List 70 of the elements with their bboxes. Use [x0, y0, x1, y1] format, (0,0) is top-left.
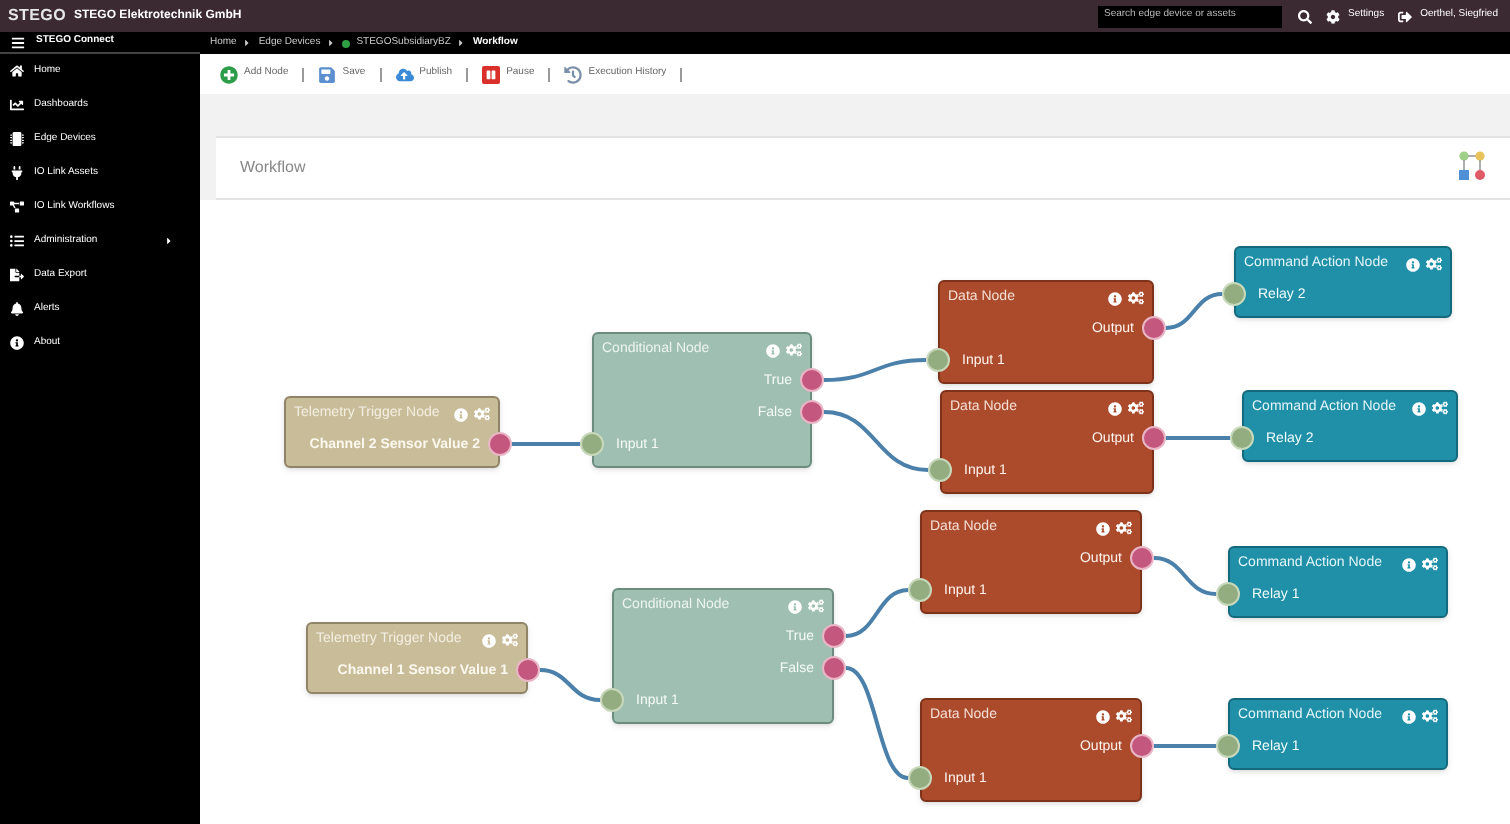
connector-line: [845, 666, 909, 780]
info-icon[interactable]: [1108, 401, 1122, 415]
input-port[interactable]: [1216, 734, 1240, 758]
menu-icon[interactable]: [10, 35, 26, 49]
connector-line: [1153, 556, 1217, 596]
output-port[interactable]: [516, 658, 540, 682]
input-port[interactable]: [600, 688, 624, 712]
workflow-diagram-icon[interactable]: [1458, 150, 1486, 186]
info-icon: [10, 336, 24, 350]
cloud-upload-icon: [395, 65, 414, 83]
output-port[interactable]: [488, 432, 512, 456]
connector-line: [845, 588, 909, 638]
gears-icon[interactable]: [1116, 708, 1132, 724]
output-port[interactable]: [800, 400, 824, 424]
info-icon[interactable]: [1402, 557, 1416, 571]
panel-title: Workflow: [240, 156, 308, 180]
gears-icon[interactable]: [1422, 556, 1438, 572]
gears-icon[interactable]: [1116, 520, 1132, 536]
home-icon: [10, 64, 24, 78]
diagram-icon: [10, 200, 24, 214]
info-icon[interactable]: [1402, 709, 1416, 723]
caret-icon: [242, 38, 253, 48]
caret-icon: [456, 38, 467, 48]
info-icon[interactable]: [1096, 521, 1110, 535]
save-icon: [318, 65, 337, 83]
connector-line: [1165, 292, 1223, 330]
connector-line: [1154, 744, 1216, 748]
chart-icon: [10, 98, 24, 112]
logout-icon[interactable]: [1398, 9, 1413, 23]
info-icon[interactable]: [1096, 709, 1110, 723]
input-port[interactable]: [928, 458, 952, 482]
search-icon[interactable]: [1298, 9, 1312, 23]
output-port[interactable]: [822, 656, 846, 680]
input-port[interactable]: [1230, 426, 1254, 450]
gears-icon[interactable]: [1422, 708, 1438, 724]
output-port[interactable]: [1142, 316, 1166, 340]
logo: STEGO: [8, 4, 67, 28]
caret-icon: [326, 38, 337, 48]
output-port[interactable]: [1130, 734, 1154, 758]
connector-line: [823, 358, 927, 382]
output-port[interactable]: [1130, 546, 1154, 570]
gears-icon[interactable]: [1426, 256, 1442, 272]
output-port[interactable]: [1142, 426, 1166, 450]
bell-icon: [10, 302, 24, 316]
output-port[interactable]: [800, 368, 824, 392]
input-port[interactable]: [1216, 582, 1240, 606]
gears-icon[interactable]: [1128, 290, 1144, 306]
list-icon: [10, 234, 24, 248]
input-port[interactable]: [908, 578, 932, 602]
connector-line: [1166, 436, 1230, 440]
connector-line: [539, 668, 601, 702]
input-port[interactable]: [908, 766, 932, 790]
connector-line: [823, 410, 929, 472]
connector-line: [512, 442, 580, 446]
chip-icon: [10, 132, 24, 146]
info-icon[interactable]: [1406, 257, 1420, 271]
gears-icon[interactable]: [1128, 400, 1144, 416]
input-port[interactable]: [580, 432, 604, 456]
input-port[interactable]: [1222, 282, 1246, 306]
plug-icon: [10, 166, 24, 180]
gears-icon[interactable]: [1432, 400, 1448, 416]
input-port[interactable]: [926, 348, 950, 372]
settings-icon[interactable]: [1326, 9, 1340, 23]
pause-icon: [482, 65, 501, 83]
info-icon[interactable]: [1412, 401, 1426, 415]
info-icon[interactable]: [1108, 291, 1122, 305]
history-icon: [564, 65, 583, 83]
output-port[interactable]: [822, 624, 846, 648]
plus-icon: [220, 65, 238, 83]
export-icon: [10, 268, 24, 282]
